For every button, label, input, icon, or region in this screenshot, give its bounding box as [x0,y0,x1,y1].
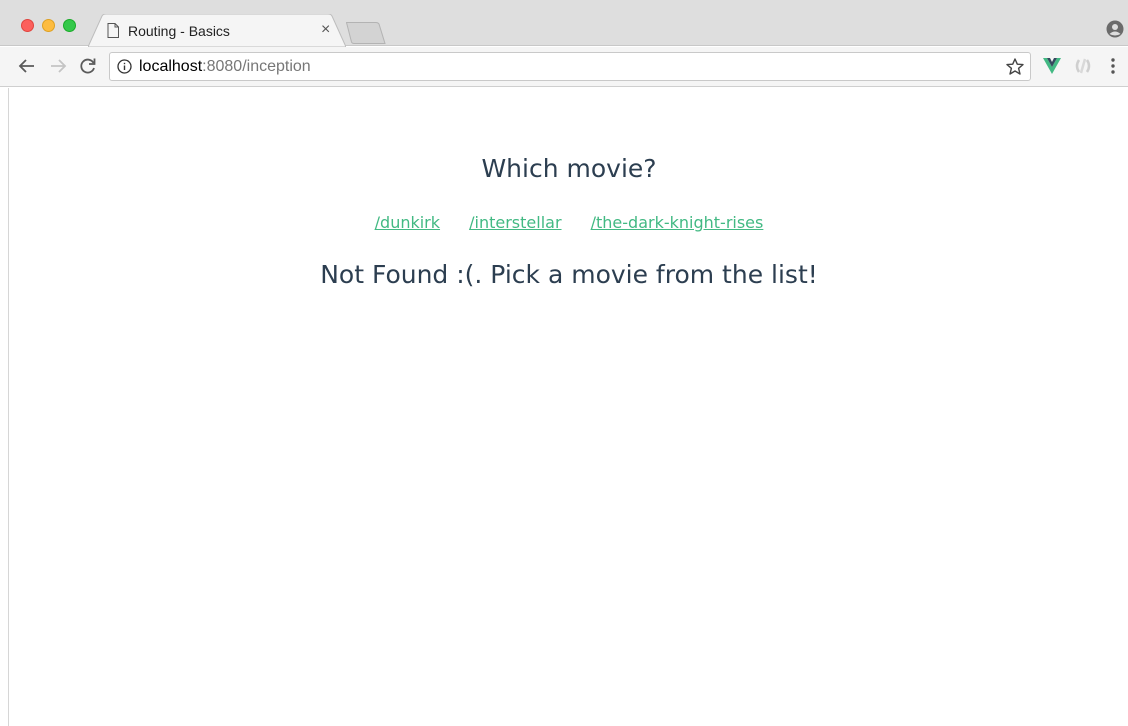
url-text[interactable]: localhost:8080/inception [139,58,311,76]
link-dunkirk[interactable]: /dunkirk [375,213,440,232]
vue-devtools-icon[interactable] [1043,57,1061,75]
address-bar[interactable]: localhost:8080/inception [109,52,1031,81]
tab-strip: Routing - Basics × [0,0,1128,47]
browser-window: Routing - Basics × localhost:8080/incept… [0,0,1128,726]
link-interstellar[interactable]: /interstellar [469,213,561,232]
tab-close-button[interactable]: × [321,21,330,39]
new-tab-button[interactable] [346,22,386,44]
url-path: :8080/inception [202,58,311,75]
not-found-message: Not Found :(. Pick a movie from the list… [320,260,818,289]
info-icon[interactable] [117,59,132,74]
link-the-dark-knight-rises[interactable]: /the-dark-knight-rises [591,213,764,232]
page-content: Which movie? /dunkirk /interstellar /the… [8,88,1128,726]
movie-links: /dunkirk /interstellar /the-dark-knight-… [9,213,1128,232]
page-title: Which movie? [481,154,657,183]
reload-icon[interactable] [78,56,98,76]
browser-toolbar: localhost:8080/inception [0,47,1128,87]
extension-icon[interactable] [1073,57,1093,75]
tab-active[interactable]: Routing - Basics × [88,14,346,47]
window-minimize-button[interactable] [42,19,55,32]
url-host: localhost [139,58,203,75]
forward-arrow-icon[interactable] [48,56,68,76]
page-icon [107,23,119,38]
window-close-button[interactable] [21,19,34,32]
tab-title: Routing - Basics [128,23,230,39]
window-maximize-button[interactable] [63,19,76,32]
profile-icon[interactable] [1106,20,1124,38]
bookmark-star-icon[interactable] [1005,57,1025,77]
kebab-menu-icon[interactable] [1108,56,1118,76]
back-arrow-icon[interactable] [17,56,37,76]
